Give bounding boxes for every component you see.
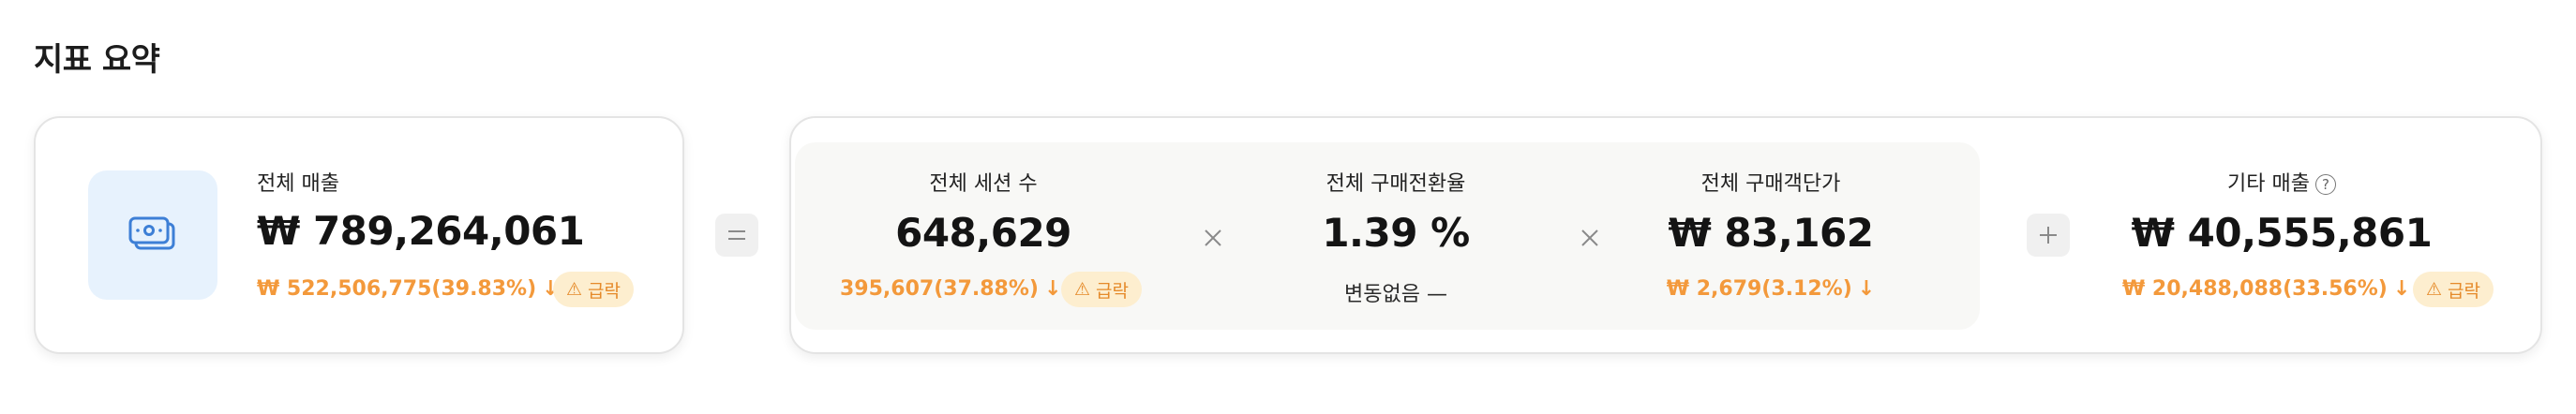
arrow-down-icon: ↓ (2392, 277, 2411, 301)
other-revenue-label-text: 기타 매출 (2227, 172, 2310, 196)
multiply-icon (1194, 219, 1232, 257)
warning-icon: ⚠ (1074, 279, 1091, 300)
status-badge: ⚠ 급락 (553, 272, 635, 307)
other-revenue-label: 기타 매출? (2085, 167, 2479, 197)
sessions-value: 648,629 (895, 210, 1071, 256)
conversion-value: 1.39 % (1322, 210, 1470, 256)
status-badge-label: 급락 (1096, 280, 1130, 302)
status-badge: ⚠ 급락 (1061, 272, 1143, 307)
money-icon (88, 170, 217, 300)
plus-operator (2027, 214, 2070, 257)
avg-order-label: 전체 구매객단가 (1700, 172, 1841, 196)
equals-operator (715, 214, 758, 257)
section-title: 지표 요약 (34, 41, 160, 79)
other-revenue-change: ₩ 20,488,088(33.56%) ↓ (2122, 277, 2410, 301)
status-badge-label: 급락 (588, 280, 622, 302)
sessions-change: 395,607(37.88%) ↓ (840, 277, 1061, 301)
avg-order-change: ₩ 2,679(3.12%) ↓ (1616, 277, 1925, 301)
multiply-icon (1571, 219, 1609, 257)
sessions-label: 전체 세션 수 (929, 172, 1038, 196)
total-revenue-change: ₩ 522,506,775(39.83%) ↓ (257, 277, 560, 301)
help-icon[interactable]: ? (2314, 174, 2336, 195)
sessions-change-text: 395,607(37.88%) (840, 277, 1039, 301)
avg-order-value: ₩ 83,162 (1668, 210, 1874, 256)
total-revenue-card: 전체 매출 ₩ 789,264,061 ₩ 522,506,775(39.83%… (34, 116, 684, 354)
total-revenue-label: 전체 매출 (257, 172, 339, 196)
metrics-breakdown-card: 전체 세션 수 648,629 395,607(37.88%) ↓ ⚠ 급락 전체… (789, 116, 2542, 354)
avg-order-change-text: ₩ 2,679(3.12%) (1666, 277, 1852, 301)
arrow-down-icon: ↓ (1043, 277, 1062, 301)
equals-icon (728, 230, 745, 240)
status-badge: ⚠ 급락 (2413, 272, 2494, 307)
other-revenue-change-text: ₩ 20,488,088(33.56%) (2122, 277, 2388, 301)
warning-icon: ⚠ (566, 279, 583, 300)
conversion-change: 변동없음 — (1344, 283, 1447, 306)
total-revenue-value: ₩ 789,264,061 (257, 208, 585, 254)
other-revenue-value: ₩ 40,555,861 (2131, 210, 2433, 256)
status-badge-label: 급락 (2448, 280, 2481, 302)
conversion-label: 전체 구매전환율 (1325, 172, 1466, 196)
warning-icon: ⚠ (2426, 279, 2443, 300)
total-revenue-change-text: ₩ 522,506,775(39.83%) (257, 277, 537, 301)
plus-icon (2040, 227, 2057, 244)
arrow-down-icon: ↓ (1857, 277, 1876, 301)
